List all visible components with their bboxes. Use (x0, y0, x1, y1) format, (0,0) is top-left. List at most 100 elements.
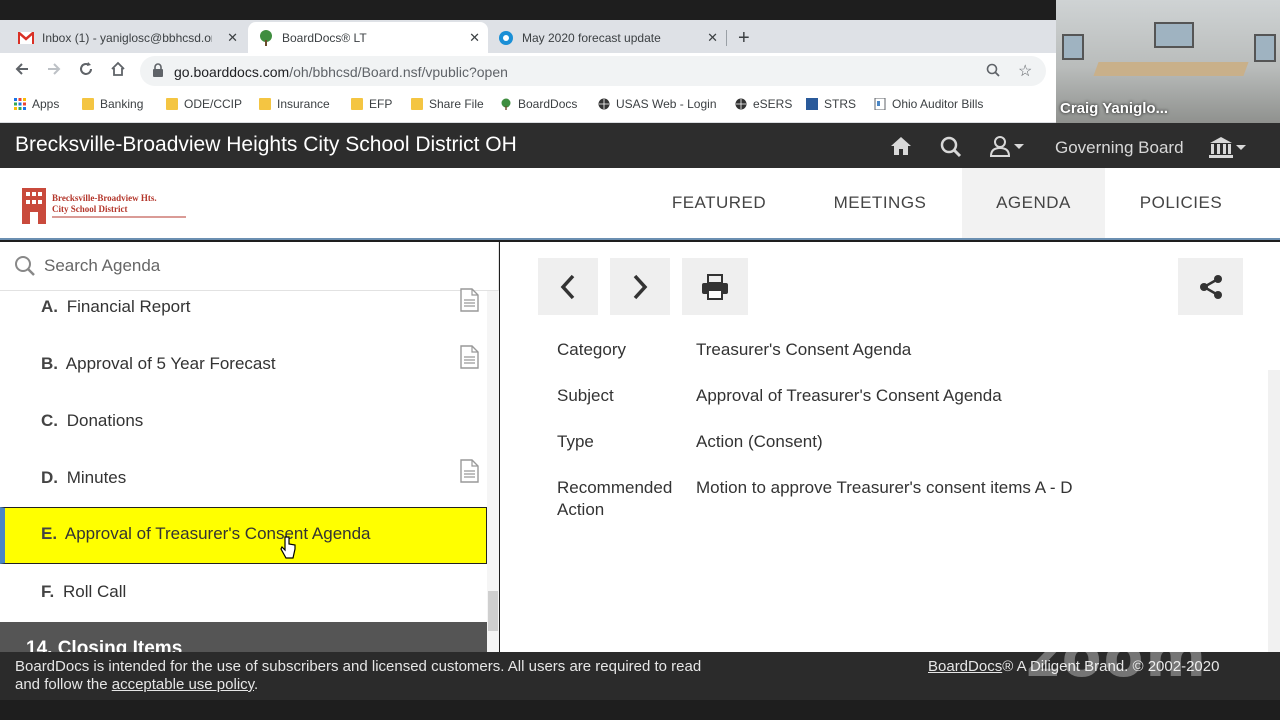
subject-label: Subject (557, 386, 614, 405)
mouse-cursor-icon (280, 536, 296, 559)
page-icon (874, 98, 886, 110)
agenda-item-d[interactable]: D. Minutes (0, 451, 487, 508)
agenda-item-label: D. Minutes (41, 468, 127, 487)
site-title: Brecksville-Broadview Heights City Schoo… (15, 133, 517, 156)
home-browser-icon[interactable] (110, 61, 126, 82)
lock-icon (153, 63, 163, 77)
document-icon[interactable] (459, 345, 479, 369)
nav-policies[interactable]: POLICIES (1120, 168, 1242, 238)
site-header: Brecksville-Broadview Heights City Schoo… (0, 123, 1280, 168)
search-agenda-input[interactable] (44, 252, 464, 280)
globe-icon (598, 98, 610, 110)
nav-agenda[interactable]: AGENDA (962, 168, 1105, 238)
bookmark-banking[interactable]: Banking (82, 97, 143, 111)
room-screen-center (1154, 22, 1194, 48)
folder-icon (82, 98, 94, 110)
close-icon[interactable]: ✕ (469, 30, 480, 46)
folder-icon (259, 98, 271, 110)
bookmark-usas[interactable]: USAS Web - Login (598, 97, 717, 111)
user-menu-icon[interactable] (989, 135, 1028, 162)
boarddocs-link[interactable]: BoardDocs (928, 658, 1002, 675)
new-tab-icon[interactable]: + (738, 27, 750, 50)
subject-value: Approval of Treasurer's Consent Agenda (696, 386, 1002, 405)
zoom-watermark: zoom (1026, 622, 1208, 690)
gmail-icon (18, 31, 34, 44)
agenda-item-label: F. Roll Call (41, 582, 127, 601)
teams-icon (499, 30, 513, 45)
document-icon[interactable] (459, 459, 479, 483)
nav-featured[interactable]: FEATURED (652, 168, 786, 238)
tab-boarddocs[interactable]: BoardDocs® LT ✕ (248, 22, 488, 53)
apps-grid-icon (14, 98, 26, 110)
agenda-item-e[interactable]: E. Approval of Treasurer's Consent Agend… (0, 507, 487, 564)
room-screen-right (1254, 34, 1276, 62)
institution-icon[interactable] (1208, 136, 1248, 163)
bookmark-share-file[interactable]: Share File (411, 97, 484, 111)
section-label: 14. Closing Items (26, 638, 183, 652)
bookmark-star-icon[interactable]: ☆ (1018, 61, 1032, 81)
strs-logo-icon (806, 98, 818, 110)
district-logo[interactable]: Brecksville-Broadview Hts. City School D… (20, 186, 188, 226)
close-icon[interactable]: ✕ (707, 30, 718, 46)
tab-forecast[interactable]: May 2020 forecast update ✕ (490, 22, 726, 53)
globe-icon (735, 98, 747, 110)
agenda-item-f[interactable]: F. Roll Call (0, 565, 487, 622)
back-icon[interactable] (14, 61, 30, 82)
governing-board-label[interactable]: Governing Board (1055, 138, 1184, 158)
agenda-item-b[interactable]: B. Approval of 5 Year Forecast (0, 337, 487, 394)
recommended-action-label: Recommended Action (557, 478, 673, 519)
tab-separator (726, 30, 727, 46)
search-icon[interactable] (940, 136, 962, 163)
agenda-item-a[interactable]: A. Financial Report (0, 280, 487, 337)
chevron-right-icon (633, 274, 648, 299)
type-value: Action (Consent) (696, 432, 823, 451)
bookmark-efp[interactable]: EFP (351, 97, 392, 111)
logo-line2: City School District (52, 204, 128, 214)
browser-toolbar: go.boarddocs.com/oh/bbhcsd/Board.nsf/vpu… (0, 53, 1056, 91)
tab-title: May 2020 forecast update (522, 30, 661, 45)
type-label: Type (557, 432, 594, 451)
document-icon[interactable] (459, 288, 479, 312)
agenda-scrollbar[interactable] (487, 291, 499, 652)
forward-icon[interactable] (46, 61, 62, 82)
reload-icon[interactable] (78, 61, 94, 82)
next-button[interactable] (610, 258, 670, 315)
agenda-item-label: E. Approval of Treasurer's Consent Agend… (41, 524, 371, 543)
bookmark-boarddocs[interactable]: BoardDocs (500, 97, 577, 111)
previous-button[interactable] (538, 258, 598, 315)
bookmark-insurance[interactable]: Insurance (259, 97, 330, 111)
detail-scrollbar[interactable] (1268, 370, 1280, 652)
tab-title: BoardDocs® LT (282, 30, 367, 45)
category-value: Treasurer's Consent Agenda (696, 340, 912, 359)
bookmark-ode-ccip[interactable]: ODE/CCIP (166, 97, 242, 111)
screen-bottom-strip (0, 700, 1280, 720)
tab-gmail[interactable]: Inbox (1) - yaniglosc@bbhcsd.or ✕ (10, 22, 246, 53)
scrollbar-thumb[interactable] (488, 591, 498, 631)
url-text: go.boarddocs.com/oh/bbhcsd/Board.nsf/vpu… (174, 64, 508, 80)
folder-icon (411, 98, 423, 110)
tree-icon (260, 29, 272, 46)
home-icon[interactable] (889, 135, 913, 162)
tree-icon (501, 98, 511, 110)
bookmark-ohio-auditor[interactable]: Ohio Auditor Bills (874, 97, 983, 111)
acceptable-use-policy-link[interactable]: acceptable use policy (112, 676, 254, 693)
folder-icon (351, 98, 363, 110)
zoom-magnifier-icon[interactable] (986, 63, 1000, 80)
agenda-item-label: B. Approval of 5 Year Forecast (41, 354, 276, 373)
bookmark-esers[interactable]: eSERS (735, 97, 792, 111)
share-button[interactable] (1178, 258, 1243, 315)
agenda-section-closing[interactable]: 14. Closing Items (0, 622, 487, 652)
address-bar[interactable]: go.boarddocs.com/oh/bbhcsd/Board.nsf/vpu… (140, 56, 1046, 86)
agenda-item-c[interactable]: C. Donations (0, 394, 487, 451)
participant-name: Craig Yaniglo... (1060, 100, 1169, 117)
bookmark-apps[interactable]: Apps (14, 97, 59, 111)
nav-meetings[interactable]: MEETINGS (812, 168, 948, 238)
close-icon[interactable]: ✕ (227, 30, 238, 46)
video-thumbnail[interactable]: Craig Yaniglo... (1056, 0, 1280, 123)
footer-notice: BoardDocs is intended for the use of sub… (15, 658, 702, 693)
agenda-panel: A. Financial Report B. Approval of 5 Yea… (0, 242, 499, 652)
logo-line1: Brecksville-Broadview Hts. (52, 193, 157, 203)
print-button[interactable] (682, 258, 748, 315)
bookmark-strs[interactable]: STRS (806, 97, 856, 111)
room-screen-left (1062, 34, 1084, 60)
